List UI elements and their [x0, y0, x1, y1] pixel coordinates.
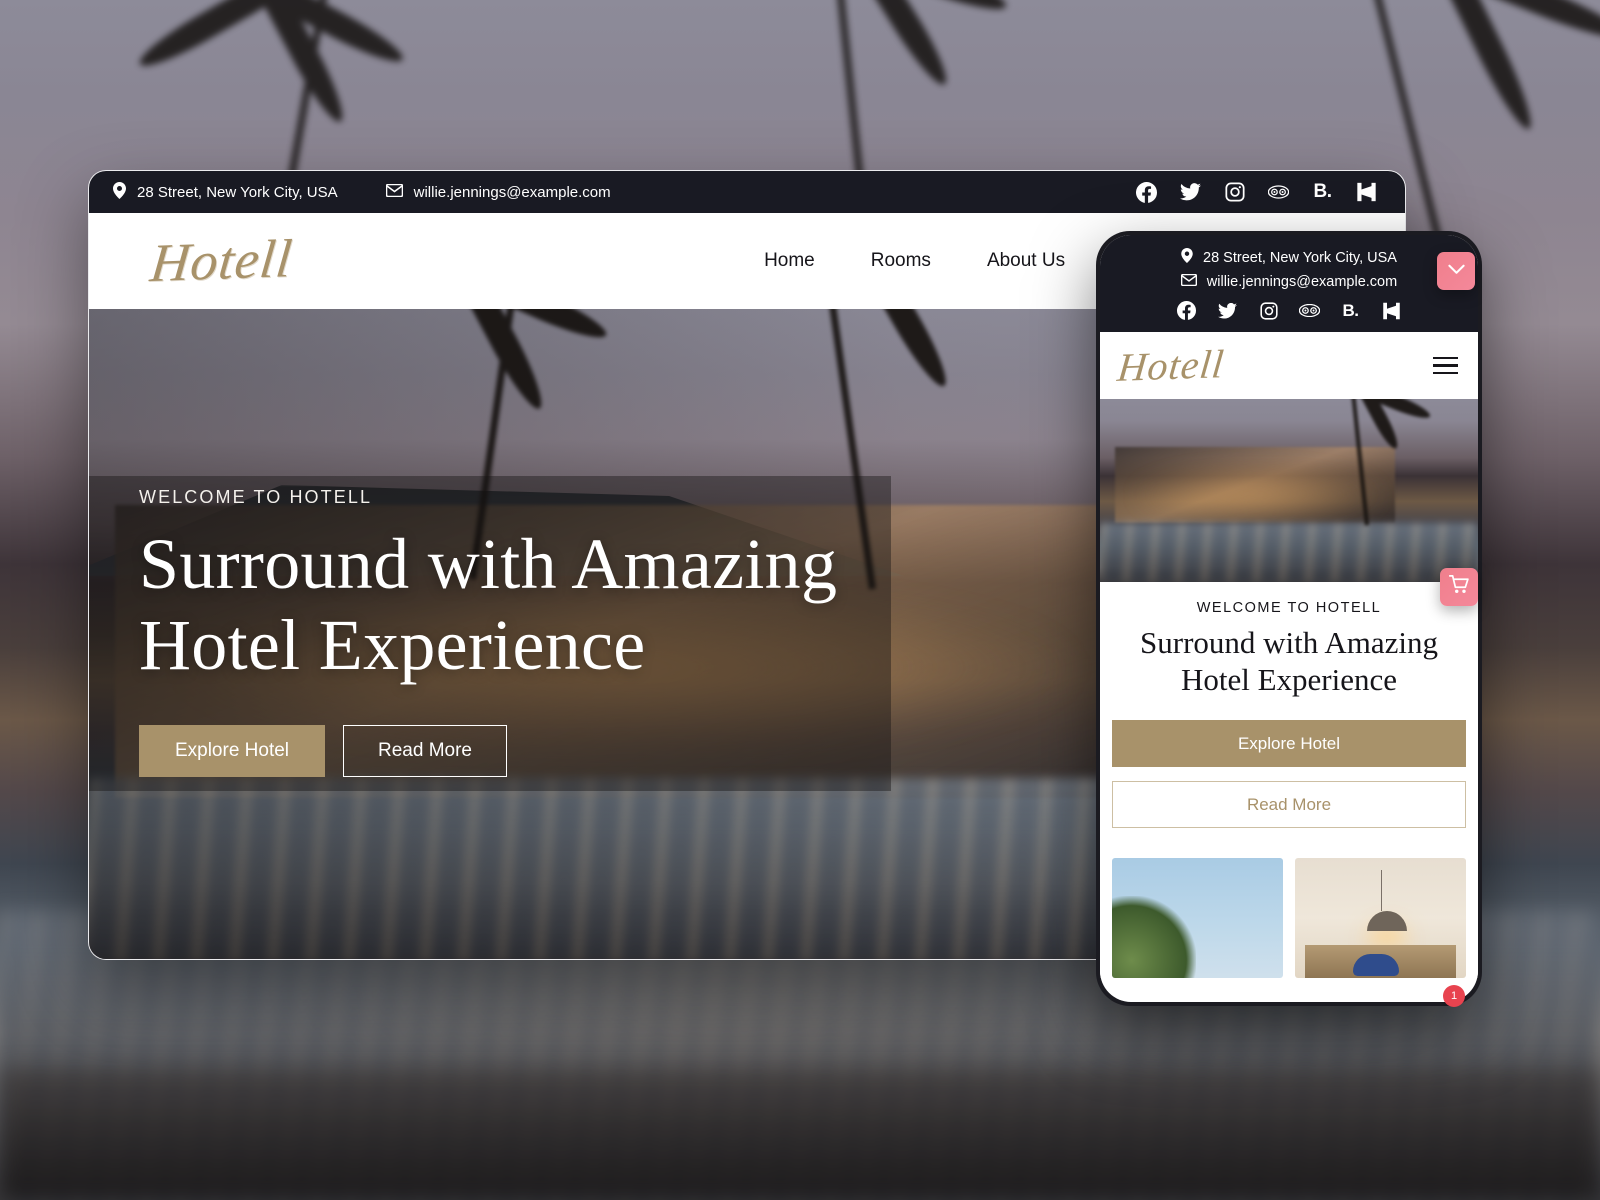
pillow-decoration: [1353, 954, 1400, 977]
mobile-card-room[interactable]: [1295, 858, 1466, 979]
mobile-screen: 28 Street, New York City, USA willie.jen…: [1100, 235, 1478, 1002]
twitter-icon[interactable]: [1217, 300, 1238, 321]
mobile-social-links: B.: [1176, 300, 1402, 321]
hero-title: Surround with Amazing Hotel Experience: [139, 524, 899, 685]
mobile-address-item: 28 Street, New York City, USA: [1181, 248, 1397, 267]
map-pin-icon: [113, 181, 126, 203]
read-more-button[interactable]: Read More: [343, 725, 507, 778]
address-text: 28 Street, New York City, USA: [137, 183, 338, 201]
mobile-hero-pool: [1100, 523, 1478, 582]
site-logo[interactable]: Hotell: [125, 227, 296, 295]
mobile-hero-title-line1: Surround with Amazing: [1140, 625, 1438, 660]
facebook-icon[interactable]: [1176, 300, 1197, 321]
shopping-cart-button[interactable]: [1440, 568, 1478, 606]
hotels-icon[interactable]: [1381, 300, 1402, 321]
social-links: B.: [1136, 181, 1377, 203]
explore-hotel-button[interactable]: Explore Hotel: [139, 725, 325, 778]
mobile-site-logo[interactable]: Hotell: [1115, 340, 1226, 391]
mobile-top-utility-bar: 28 Street, New York City, USA willie.jen…: [1100, 235, 1478, 332]
mobile-address-text: 28 Street, New York City, USA: [1203, 249, 1397, 266]
mobile-hero-content: WELCOME TO HOTELL Surround with Amazing …: [1100, 582, 1478, 979]
tripadvisor-icon[interactable]: [1299, 300, 1320, 321]
mobile-dropdown-toggle-button[interactable]: [1437, 252, 1475, 290]
facebook-icon[interactable]: [1136, 181, 1157, 203]
nav-item-home-label: Home: [764, 250, 815, 271]
hero-eyebrow: WELCOME TO HOTELL: [139, 487, 373, 507]
hamburger-menu-icon[interactable]: [1433, 356, 1458, 375]
booking-icon[interactable]: B.: [1312, 181, 1333, 203]
mobile-hero-title: Surround with Amazing Hotel Experience: [1100, 624, 1478, 698]
mobile-hero-image: [1100, 399, 1478, 582]
nav-item-rooms-label: Rooms: [870, 250, 931, 271]
nav-item-about-us-label: About Us: [986, 250, 1066, 271]
mobile-image-cards: [1100, 828, 1478, 979]
envelope-icon: [1180, 273, 1197, 290]
lamp-cord: [1380, 870, 1382, 912]
instagram-icon[interactable]: [1258, 300, 1279, 321]
nav-item-home[interactable]: Home: [764, 250, 815, 272]
envelope-icon: [385, 183, 403, 201]
tripadvisor-icon[interactable]: [1268, 182, 1289, 203]
twitter-icon[interactable]: [1180, 182, 1201, 203]
nav-item-about-us[interactable]: About Us: [987, 250, 1065, 272]
mobile-phone-mockup: 28 Street, New York City, USA willie.jen…: [1096, 231, 1482, 1006]
email-item[interactable]: willie.jennings@example.com: [385, 183, 611, 201]
pendant-lamp-icon: [1366, 911, 1407, 932]
hamburger-bar: [1433, 364, 1458, 367]
chevron-down-icon: [1447, 262, 1465, 280]
background-deck: [0, 1068, 1600, 1200]
mobile-email-item[interactable]: willie.jennings@example.com: [1180, 273, 1398, 290]
hamburger-bar: [1433, 356, 1458, 360]
hamburger-bar: [1433, 371, 1458, 375]
hotels-icon[interactable]: [1356, 182, 1377, 203]
mobile-hero-palm: [1290, 399, 1440, 526]
mobile-navigation-bar: Hotell: [1100, 332, 1478, 399]
mobile-read-more-button[interactable]: Read More: [1112, 781, 1466, 829]
hero-title-line1: Surround with Amazing: [139, 524, 838, 604]
instagram-icon[interactable]: [1224, 182, 1245, 203]
map-pin-icon: [1181, 248, 1193, 267]
shopping-cart-icon: [1448, 575, 1469, 599]
mobile-hero-eyebrow: WELCOME TO HOTELL: [1196, 600, 1382, 616]
hero-title-line2: Hotel Experience: [139, 604, 646, 685]
mobile-email-text: willie.jennings@example.com: [1206, 274, 1398, 290]
booking-icon[interactable]: B.: [1340, 300, 1361, 321]
mobile-explore-hotel-button[interactable]: Explore Hotel: [1112, 720, 1466, 768]
hero-content: WELCOME TO HOTELL Surround with Amazing …: [139, 487, 899, 778]
nav-item-rooms[interactable]: Rooms: [871, 250, 931, 272]
hero-buttons: Explore Hotel Read More: [139, 725, 899, 778]
palm-leaf-decoration: [1112, 896, 1196, 979]
mobile-hero-title-line2: Hotel Experience: [1180, 662, 1398, 698]
address-item: 28 Street, New York City, USA: [113, 181, 338, 203]
mobile-card-outdoor[interactable]: [1112, 858, 1283, 979]
email-text: willie.jennings@example.com: [413, 183, 611, 201]
top-utility-bar: 28 Street, New York City, USA willie.jen…: [89, 171, 1405, 213]
cart-count-badge: 1: [1443, 985, 1465, 1007]
